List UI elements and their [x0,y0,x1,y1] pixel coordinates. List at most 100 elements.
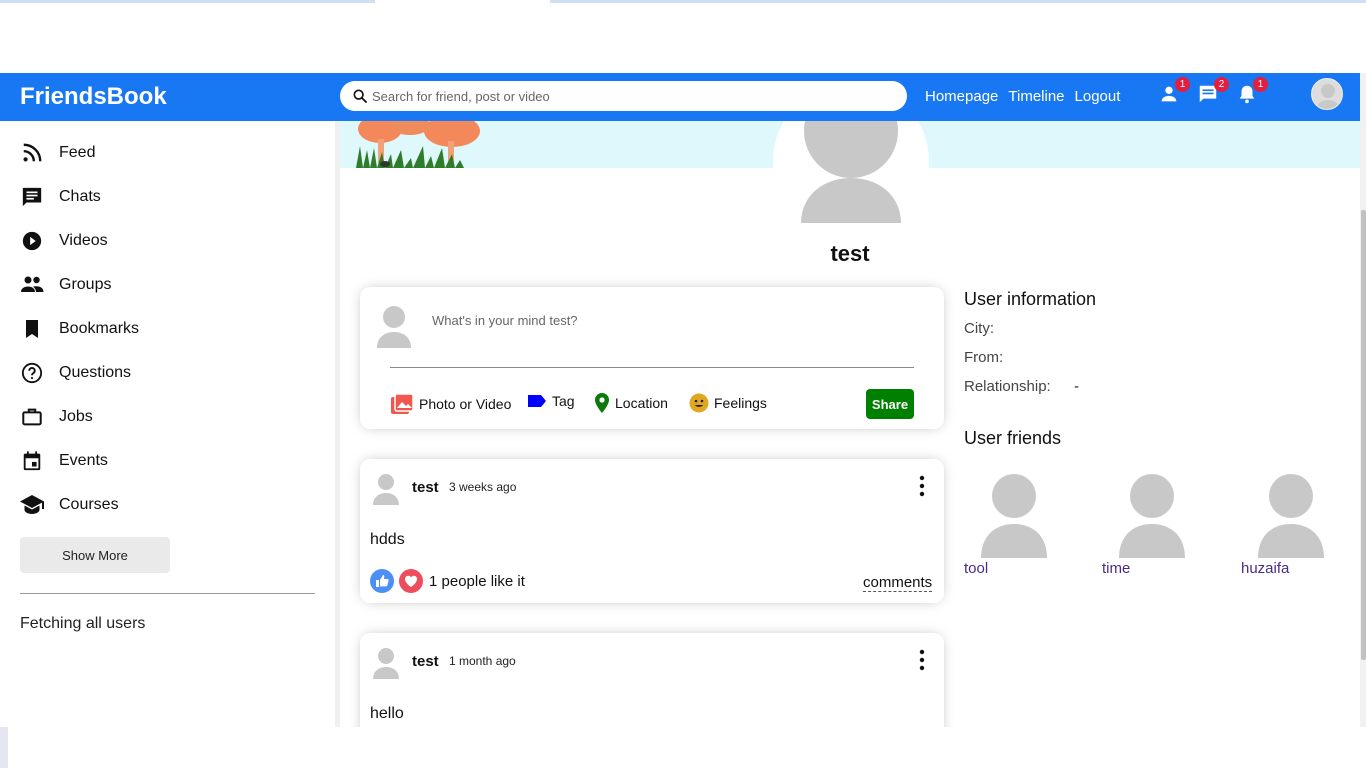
user-info-city: City: [964,320,994,337]
relationship-value: - [1074,378,1079,395]
location-pin-icon [594,393,610,413]
share-option-label: Photo or Video [419,396,512,412]
users-status-text: Fetching all users [20,615,146,632]
photo-library-icon [390,393,414,415]
sidebar-item-label: Feed [59,144,96,161]
post-card: test 1 month ago hello [360,633,944,727]
navbar: FriendsBook Homepage Timeline Logout 1 2 1 [0,73,1366,121]
sidebar-item-chats[interactable]: Chats [20,182,101,212]
profile-picture[interactable] [773,121,929,239]
sidebar-item-questions[interactable]: Questions [20,358,131,388]
nav-link-timeline[interactable]: Timeline [1008,88,1064,105]
friend-avatar [1119,474,1185,558]
sidebar-item-courses[interactable]: Courses [20,490,119,520]
sidebar-item-feed[interactable]: Feed [20,138,95,168]
relationship-label: Relationship: [964,378,1051,395]
sidebar-item-label: Bookmarks [59,320,140,337]
avatar-placeholder-icon [773,121,929,239]
search-bar[interactable] [340,81,907,111]
post-text: hello [370,705,404,722]
chat-icon [20,185,44,209]
label-icon [527,394,547,408]
post-date: 1 month ago [449,654,516,668]
friend-name[interactable]: huzaifa [1241,560,1341,577]
friend-item[interactable]: tool [964,474,1064,577]
user-info-title: User information [964,289,1097,309]
post-author-avatar[interactable] [372,647,400,679]
group-icon [20,273,44,297]
bookmark-icon [20,317,44,341]
nav-links: Homepage Timeline Logout [925,88,1130,105]
friend-item[interactable]: time [1102,474,1202,577]
post-author-name[interactable]: test [412,479,439,496]
nav-link-homepage[interactable]: Homepage [925,88,998,105]
messages-badge: 2 [1214,77,1229,92]
sidebar-item-bookmarks[interactable]: Bookmarks [20,314,139,344]
more-vert-icon[interactable] [918,475,926,497]
sidebar-item-label: Videos [59,232,108,249]
share-option-label: Tag [552,393,575,409]
post-date: 3 weeks ago [449,480,517,494]
sidebar-item-videos[interactable]: Videos [20,226,108,256]
friend-name[interactable]: time [1102,560,1202,577]
friend-avatar [1258,474,1324,558]
sidebar-item-label: Chats [59,188,101,205]
post-comments-link[interactable]: comments [863,574,933,592]
sidebar-item-label: Jobs [59,408,93,425]
search-input[interactable] [372,86,892,106]
school-icon [20,493,44,517]
post-author-avatar[interactable] [372,473,400,505]
share-option-photo[interactable]: Photo or Video [390,393,511,415]
sidebar-item-events[interactable]: Events [20,446,108,476]
post-likes-count: 1 people like it [429,573,525,590]
user-friends-title: User friends [964,428,1062,448]
sidebar-item-label: Courses [59,496,119,513]
sidebar-item-label: Events [59,452,108,469]
messages-button[interactable]: 2 [1197,77,1229,109]
user-avatar[interactable] [1311,78,1343,110]
page-scrollbar-thumb[interactable] [1361,210,1366,660]
profile-username: test [830,241,870,266]
share-option-label: Location [615,395,668,411]
rss-feed-icon [20,141,44,165]
notifications-badge: 1 [1253,77,1268,92]
work-outline-icon [20,405,44,429]
cover-illustration [356,121,480,168]
share-option-feelings[interactable]: Feelings [689,393,767,413]
post-card: test 3 weeks ago hdds 1 people like it c… [360,459,944,603]
like-icon[interactable] [370,569,394,593]
notifications-button[interactable]: 1 [1236,77,1268,109]
event-icon [20,449,44,473]
help-outline-icon [20,361,44,385]
share-avatar [377,306,411,348]
share-card: Photo or Video Tag Location Feelings Sha… [360,287,944,429]
profile-main: test Photo or Video Tag Location Feeling… [340,121,1360,727]
search-icon [353,89,367,103]
post-author-name[interactable]: test [412,653,439,670]
show-more-button[interactable]: Show More [20,537,170,573]
sidebar: Feed Chats Videos Groups Bookmarks Quest… [0,121,335,727]
bottom-band-left [0,727,8,768]
sidebar-item-label: Groups [59,276,112,293]
share-option-tag[interactable]: Tag [527,393,575,409]
more-vert-icon[interactable] [918,649,926,671]
nav-link-logout[interactable]: Logout [1075,88,1121,105]
sidebar-divider [20,593,315,594]
sidebar-item-groups[interactable]: Groups [20,270,111,300]
friend-item[interactable]: huzaifa [1241,474,1341,577]
share-option-location[interactable]: Location [594,393,668,413]
share-text-input[interactable] [432,313,912,328]
share-button[interactable]: Share [866,389,914,419]
share-option-label: Feelings [714,395,767,411]
browser-top-area-right [1350,3,1366,73]
bottom-band [0,727,1366,768]
play-circle-icon [20,229,44,253]
post-text: hdds [370,531,405,548]
from-label: From: [964,349,1004,366]
app-logo[interactable]: FriendsBook [20,83,167,111]
heart-icon[interactable] [399,569,423,593]
smiley-icon [689,393,709,413]
friend-requests-button[interactable]: 1 [1158,77,1190,109]
friend-name[interactable]: tool [964,560,1064,577]
sidebar-item-jobs[interactable]: Jobs [20,402,93,432]
